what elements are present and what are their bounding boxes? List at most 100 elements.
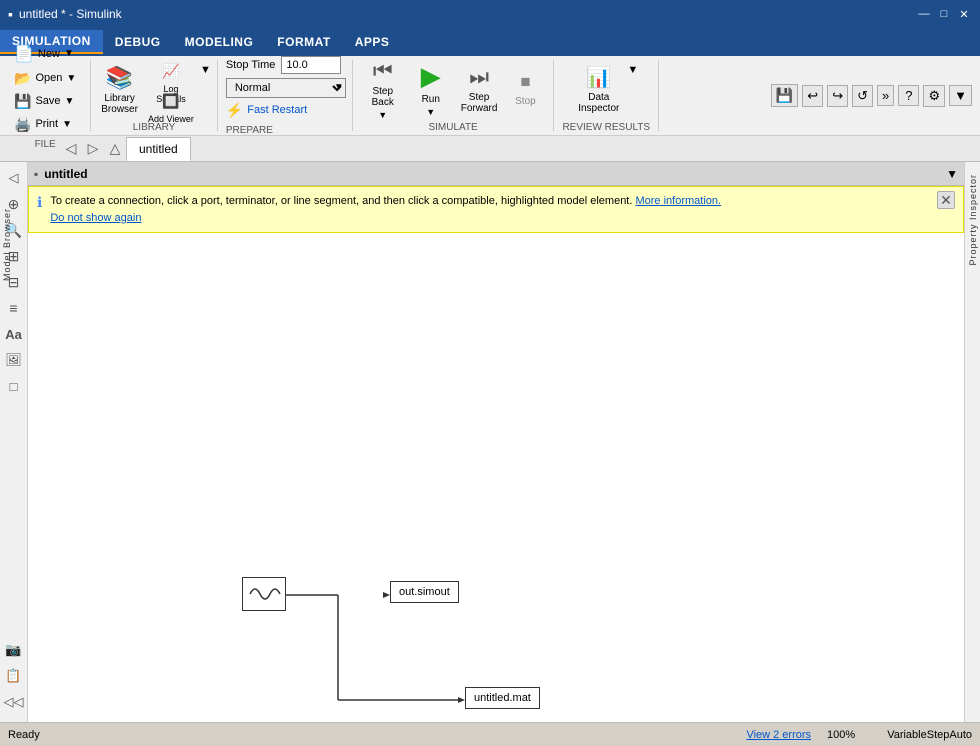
log-signals-icon: 📈 <box>162 63 179 80</box>
sidebar-collapse-panel[interactable]: ◁◁ <box>2 690 26 714</box>
sidebar-clipboard[interactable]: 📋 <box>2 664 26 688</box>
review-dropdown-icon[interactable]: ▼ <box>627 64 638 76</box>
save-icon: 💾 <box>14 93 31 110</box>
canvas-header: ▪ untitled ▼ <box>28 162 964 186</box>
sidebar-nav-back[interactable]: ◁ <box>2 166 26 190</box>
step-forward-button[interactable]: ⏭ Step Forward <box>457 60 502 118</box>
redo-button[interactable]: ↪ <box>827 85 848 107</box>
title-left: ▪ untitled * - Simulink <box>8 6 122 22</box>
save-button[interactable]: 💾 Save ▼ <box>8 91 82 112</box>
nav-back-button[interactable]: ◁ <box>60 138 82 160</box>
add-viewer-button[interactable]: 🔲 Add Viewer <box>146 91 196 119</box>
stoptime-input[interactable] <box>281 56 341 74</box>
library-section-label: LIBRARY <box>133 122 176 133</box>
refresh-button[interactable]: ↺ <box>852 85 873 107</box>
save-dropdown-icon[interactable]: ▼ <box>65 96 75 107</box>
nav-forward-button[interactable]: ▷ <box>82 138 104 160</box>
data-inspector-button[interactable]: 📊 Data Inspector <box>574 60 623 118</box>
property-inspector-label: Property Inspector <box>966 166 980 274</box>
toolbar-help: 💾 ↩ ↪ ↺ » ? ⚙ ▼ <box>763 60 980 131</box>
run-dropdown-icon[interactable]: ▼ <box>426 107 435 117</box>
sine-wave-block[interactable] <box>242 577 286 611</box>
print-dropdown-icon[interactable]: ▼ <box>62 119 72 130</box>
step-back-button[interactable]: ⏮ Step Back ▼ <box>361 60 405 118</box>
maximize-button[interactable]: □ <box>936 6 952 22</box>
prepare-label: PREPARE <box>226 125 273 136</box>
close-button[interactable]: ✕ <box>956 6 972 22</box>
settings-button[interactable]: ⚙ <box>923 85 945 107</box>
dont-show-link[interactable]: Do not show again <box>50 212 141 224</box>
fast-restart-label[interactable]: Fast Restart <box>247 104 307 116</box>
info-bar: ℹ To create a connection, click a port, … <box>28 186 964 233</box>
sidebar-camera[interactable]: 📷 <box>2 638 26 662</box>
out-simout-block[interactable]: out.simout <box>390 581 459 603</box>
library-section: 📚 Library Browser 📈 Log Signals 🔲 Add Vi… <box>91 60 218 131</box>
print-icon: 🖨️ <box>14 116 31 133</box>
data-inspector-icon: 📊 <box>586 65 611 90</box>
status-ready: Ready <box>8 729 730 741</box>
status-errors[interactable]: View 2 errors <box>746 729 811 741</box>
stoptime-section: Stop Time Normal Accelerator Rapid Accel… <box>218 60 353 131</box>
left-sidebar: ◁ ⊕ 🔍 ⊞ ⊟ ≡ Aa 🖼 □ 📷 📋 ◁◁ Model Browser <box>0 162 28 722</box>
canvas-model-name: untitled <box>44 167 87 181</box>
stop-button[interactable]: ⏹ Stop <box>505 60 545 118</box>
help-button[interactable]: ? <box>898 85 919 106</box>
run-icon: ▶ <box>421 61 441 92</box>
menubar: SIMULATION DEBUG MODELING FORMAT APPS <box>0 28 980 56</box>
step-back-icon: ⏮ <box>373 58 393 84</box>
undo-button[interactable]: ↩ <box>802 85 823 107</box>
toolbar: 📄 New ▼ 📂 Open ▼ 💾 Save ▼ 🖨️ Print ▼ FIL… <box>0 56 980 136</box>
stepback-dropdown-icon[interactable]: ▼ <box>378 110 387 120</box>
print-button[interactable]: 🖨️ Print ▼ <box>8 114 82 135</box>
sidebar-image[interactable]: 🖼 <box>2 348 26 372</box>
save-toolbar-button[interactable]: 💾 <box>771 84 798 107</box>
sidebar-list[interactable]: ≡ <box>2 296 26 320</box>
info-icon: ℹ <box>37 194 42 211</box>
step-forward-icon: ⏭ <box>469 64 489 90</box>
title-controls[interactable]: — □ ✕ <box>916 6 972 22</box>
untitled-mat-block[interactable]: untitled.mat <box>465 687 540 709</box>
menu-debug[interactable]: DEBUG <box>103 31 173 53</box>
menu-format[interactable]: FORMAT <box>265 31 342 53</box>
main-area: ◁ ⊕ 🔍 ⊞ ⊟ ≡ Aa 🖼 □ 📷 📋 ◁◁ Model Browser … <box>0 162 980 722</box>
more-info-link[interactable]: More information. <box>635 195 721 207</box>
app-icon: ▪ <box>8 6 13 22</box>
nav-up-button[interactable]: △ <box>104 138 126 160</box>
simulate-section: ⏮ Step Back ▼ ▶ Run ▼ ⏭ Step Forward ⏹ S… <box>353 60 555 131</box>
solver-select[interactable]: Normal Accelerator Rapid Accelerator <box>226 78 346 98</box>
run-button[interactable]: ▶ Run ▼ <box>409 60 453 118</box>
new-button[interactable]: 📄 New ▼ <box>8 42 82 66</box>
add-viewer-icon: 🔲 <box>162 93 179 110</box>
open-dropdown-icon[interactable]: ▼ <box>66 73 76 84</box>
window-title: untitled * - Simulink <box>19 7 122 21</box>
right-sidebar: Property Inspector <box>964 162 980 722</box>
info-close-button[interactable]: ✕ <box>937 191 955 209</box>
new-dropdown-icon[interactable]: ▼ <box>64 48 74 59</box>
canvas-expand-button[interactable]: ▼ <box>946 167 958 181</box>
menu-apps[interactable]: APPS <box>343 31 402 53</box>
sidebar-text[interactable]: Aa <box>2 322 26 346</box>
file-section: 📄 New ▼ 📂 Open ▼ 💾 Save ▼ 🖨️ Print ▼ FIL… <box>0 60 91 131</box>
sidebar-rect[interactable]: □ <box>2 374 26 398</box>
canvas-model-icon: ▪ <box>34 167 38 181</box>
tab-untitled[interactable]: untitled <box>126 137 191 161</box>
canvas-area[interactable]: out.simout untitled.mat simin <box>28 233 964 722</box>
status-solver: VariableStepAuto <box>887 729 972 741</box>
info-text: To create a connection, click a port, te… <box>50 193 955 226</box>
minimize-button[interactable]: — <box>916 6 932 22</box>
open-icon: 📂 <box>14 70 31 87</box>
fast-restart-icon: ⚡ <box>226 102 243 119</box>
open-button[interactable]: 📂 Open ▼ <box>8 68 82 89</box>
tabbar: ◁ ▷ △ untitled <box>0 136 980 162</box>
library-browser-button[interactable]: 📚 Library Browser <box>97 60 142 120</box>
toolbar-expand-button[interactable]: ▼ <box>949 85 972 106</box>
library-dropdown-icon[interactable]: ▼ <box>200 64 211 76</box>
canvas-wrapper: ▪ untitled ▼ ℹ To create a connection, c… <box>28 162 964 722</box>
review-label: REVIEW RESULTS <box>562 122 650 133</box>
library-browser-icon: 📚 <box>106 65 133 91</box>
more-button[interactable]: » <box>877 85 894 106</box>
menu-modeling[interactable]: MODELING <box>173 31 266 53</box>
log-signals-button[interactable]: 📈 Log Signals <box>146 61 196 89</box>
stoptime-label: Stop Time <box>226 59 276 71</box>
titlebar: ▪ untitled * - Simulink — □ ✕ <box>0 0 980 28</box>
